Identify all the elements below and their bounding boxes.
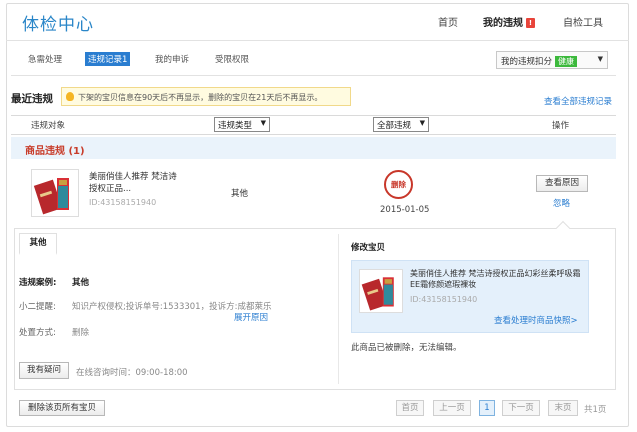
ignore-link[interactable]: 忽略	[553, 197, 570, 209]
nav-my-violations[interactable]: 我的违规!	[483, 14, 535, 29]
tab-urgent[interactable]: 急需处理	[28, 53, 62, 65]
all-violations-select[interactable]: 全部违规 ▼	[373, 117, 429, 132]
hint-label: 小二提醒:	[19, 302, 56, 312]
view-all-violations-link[interactable]: 查看全部违规记录	[544, 95, 612, 107]
modify-item-id: ID:43158151940	[410, 295, 478, 304]
method-value: 删除	[72, 328, 90, 338]
detail-tab-other[interactable]: 其他	[19, 233, 57, 255]
last-page-button[interactable]: 末页	[548, 400, 578, 416]
modify-item-title: 修改宝贝	[351, 243, 386, 253]
product-id: ID:43158151940	[89, 198, 157, 207]
product-violations-title: 商品违规 (1)	[25, 146, 85, 157]
nav-my-violations-label: 我的违规	[483, 18, 523, 29]
table-header	[11, 115, 616, 135]
prev-page-button[interactable]: 上一页	[433, 400, 471, 416]
score-label: 我的违规扣分	[501, 57, 553, 67]
snapshot-link[interactable]: 查看处理时商品快照>	[494, 314, 578, 326]
deleted-stamp: 删除	[384, 170, 413, 199]
total-pages: 共1页	[584, 405, 607, 415]
view-reason-button[interactable]: 查看原因	[536, 175, 588, 192]
col-violation-object: 违规对象	[31, 121, 66, 131]
product-image	[360, 270, 402, 312]
col-action: 操作	[552, 121, 570, 131]
tabs-divider	[11, 75, 616, 76]
expand-reason-link[interactable]: 展开原因	[234, 311, 268, 323]
chevron-down-icon: ▼	[260, 119, 266, 127]
all-violations-value: 全部违规	[377, 121, 412, 131]
modify-item-thumbnail[interactable]	[359, 269, 403, 313]
tab-violation-records[interactable]: 违规记录1	[85, 52, 131, 66]
violation-type-value: 其他	[231, 189, 249, 199]
case-label: 违规案例:	[19, 278, 57, 288]
case-value: 其他	[72, 278, 90, 288]
first-page-button[interactable]: 首页	[396, 400, 424, 416]
method-label: 处置方式:	[19, 328, 56, 338]
violation-date: 2015-01-05	[380, 205, 430, 215]
app-title: 体检中心	[22, 15, 94, 35]
deleted-note: 此商品已被删除，无法编辑。	[351, 343, 462, 353]
delete-all-button[interactable]: 删除该页所有宝贝	[19, 400, 105, 416]
notice-banner: 下架的宝贝信息在90天后不再显示，删除的宝贝在21天后不再显示。	[61, 87, 351, 106]
product-name[interactable]: 美丽俏佳人推荐 梵洁诗授权正品...	[89, 171, 179, 195]
page-1-button[interactable]: 1	[479, 400, 495, 416]
alert-badge: !	[526, 18, 535, 28]
online-hours: 在线咨询时间：09:00-18:00	[76, 368, 188, 378]
chevron-down-icon: ▼	[597, 55, 603, 63]
nav-home[interactable]: 首页	[438, 14, 458, 29]
health-status-badge: 健康	[555, 56, 578, 67]
tab-restricted-permissions[interactable]: 受限权限	[215, 53, 249, 65]
product-violations-bar	[11, 137, 616, 159]
next-page-button[interactable]: 下一页	[502, 400, 540, 416]
violation-type-select[interactable]: 违规类型 ▼	[214, 117, 270, 132]
nav-self-check-tools[interactable]: 自检工具	[563, 14, 603, 29]
modify-item-name[interactable]: 美丽俏佳人推荐 梵洁诗授权正品幻彩丝柔呼吸霜EE霜修颜遮瑕裸妆	[410, 268, 582, 290]
violation-type-value: 违规类型	[218, 121, 253, 131]
violation-score-dropdown[interactable]: 我的违规扣分 健康 ▼	[496, 51, 608, 69]
product-image	[32, 170, 78, 216]
question-button[interactable]: 我有疑问	[19, 362, 69, 379]
lightbulb-icon	[66, 92, 74, 101]
recent-violations-title: 最近违规	[11, 93, 53, 105]
chevron-down-icon: ▼	[419, 119, 425, 127]
detail-divider	[338, 234, 339, 384]
tab-my-appeals[interactable]: 我的申诉	[155, 53, 189, 65]
product-thumbnail[interactable]	[31, 169, 79, 217]
header-divider	[6, 40, 629, 41]
